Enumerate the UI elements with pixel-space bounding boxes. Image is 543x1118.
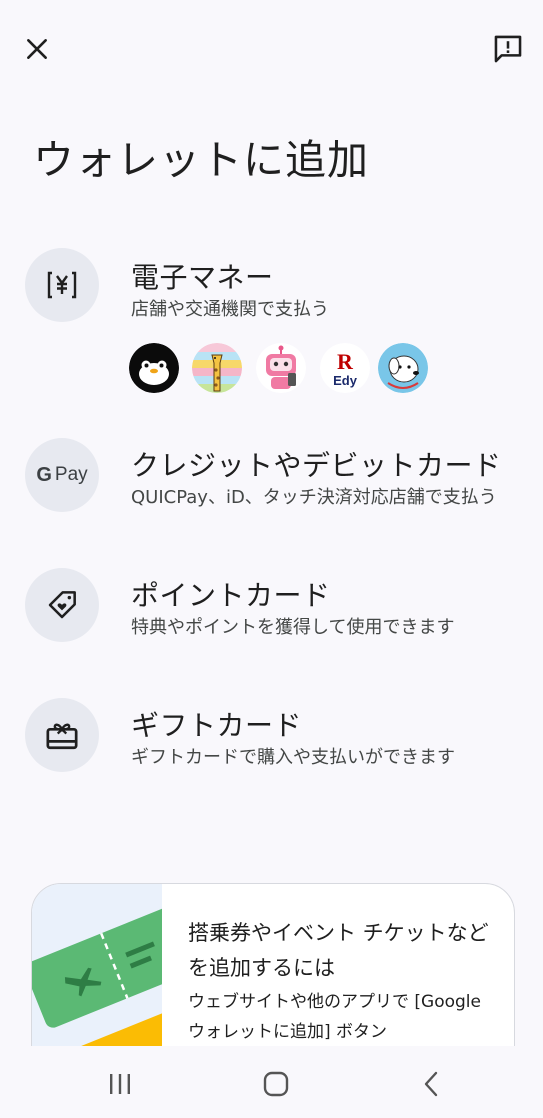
- gpay-icon-circle: G Pay: [25, 438, 99, 512]
- option-loyalty[interactable]: ポイントカード 特典やポイントを獲得して使用できます: [0, 568, 543, 658]
- option-title: 電子マネー: [131, 261, 274, 294]
- close-button[interactable]: [14, 26, 60, 72]
- rakuten-r-text: R: [337, 349, 354, 374]
- giraffe-logo: [192, 343, 242, 393]
- option-subtitle: ギフトカードで購入や支払いができます: [131, 747, 455, 768]
- gift-icon-circle: [25, 698, 99, 772]
- option-subtitle: 特典やポイントを獲得して使用できます: [131, 617, 455, 638]
- home-button[interactable]: [246, 1062, 306, 1106]
- option-credit-debit[interactable]: G Pay クレジットやデビットカード QUICPay、iD、タッチ決済対応店舗…: [0, 438, 543, 528]
- top-bar: [0, 0, 543, 100]
- yen-card-icon: [47, 271, 77, 299]
- page-title: ウォレットに追加: [33, 136, 369, 184]
- option-gift-card[interactable]: ギフトカード ギフトカードで購入や支払いができます: [0, 698, 543, 788]
- penguin-logo: [129, 343, 179, 393]
- gpay-logo: G Pay: [36, 464, 87, 487]
- promo-body: ウェブサイトや他のアプリで [Google ウォレットに追加] ボタン: [188, 992, 481, 1042]
- recent-apps-icon: [110, 1074, 130, 1094]
- emoney-icon-circle: [25, 248, 99, 322]
- feedback-icon: [494, 35, 522, 63]
- system-nav-bar: [0, 1046, 543, 1118]
- robot-logo: [256, 343, 306, 393]
- rakuten-edy-logo: R Edy: [320, 343, 370, 393]
- gpay-g-text: G: [36, 463, 52, 486]
- option-title: クレジットやデビットカード: [131, 449, 502, 482]
- option-subtitle: 店舗や交通機関で支払う: [131, 299, 329, 320]
- gpay-pay-text: Pay: [54, 464, 88, 485]
- option-title: ポイントカード: [131, 579, 331, 612]
- feedback-button[interactable]: [485, 26, 531, 72]
- dog-logo: [378, 343, 428, 393]
- back-icon: [424, 1071, 438, 1097]
- loyalty-tag-icon: [48, 591, 76, 619]
- close-icon: [27, 39, 47, 59]
- option-subtitle: QUICPay、iD、タッチ決済対応店舗で支払う: [131, 487, 497, 508]
- gift-card-icon: [46, 723, 78, 750]
- home-icon: [263, 1071, 289, 1097]
- back-button[interactable]: [402, 1062, 462, 1106]
- option-title: ギフトカード: [131, 709, 303, 742]
- promo-headline: 搭乗券やイベント チケットなどを追加するには: [188, 921, 489, 980]
- loyalty-icon-circle: [25, 568, 99, 642]
- edy-text: Edy: [333, 373, 358, 388]
- recent-apps-button[interactable]: [90, 1062, 150, 1106]
